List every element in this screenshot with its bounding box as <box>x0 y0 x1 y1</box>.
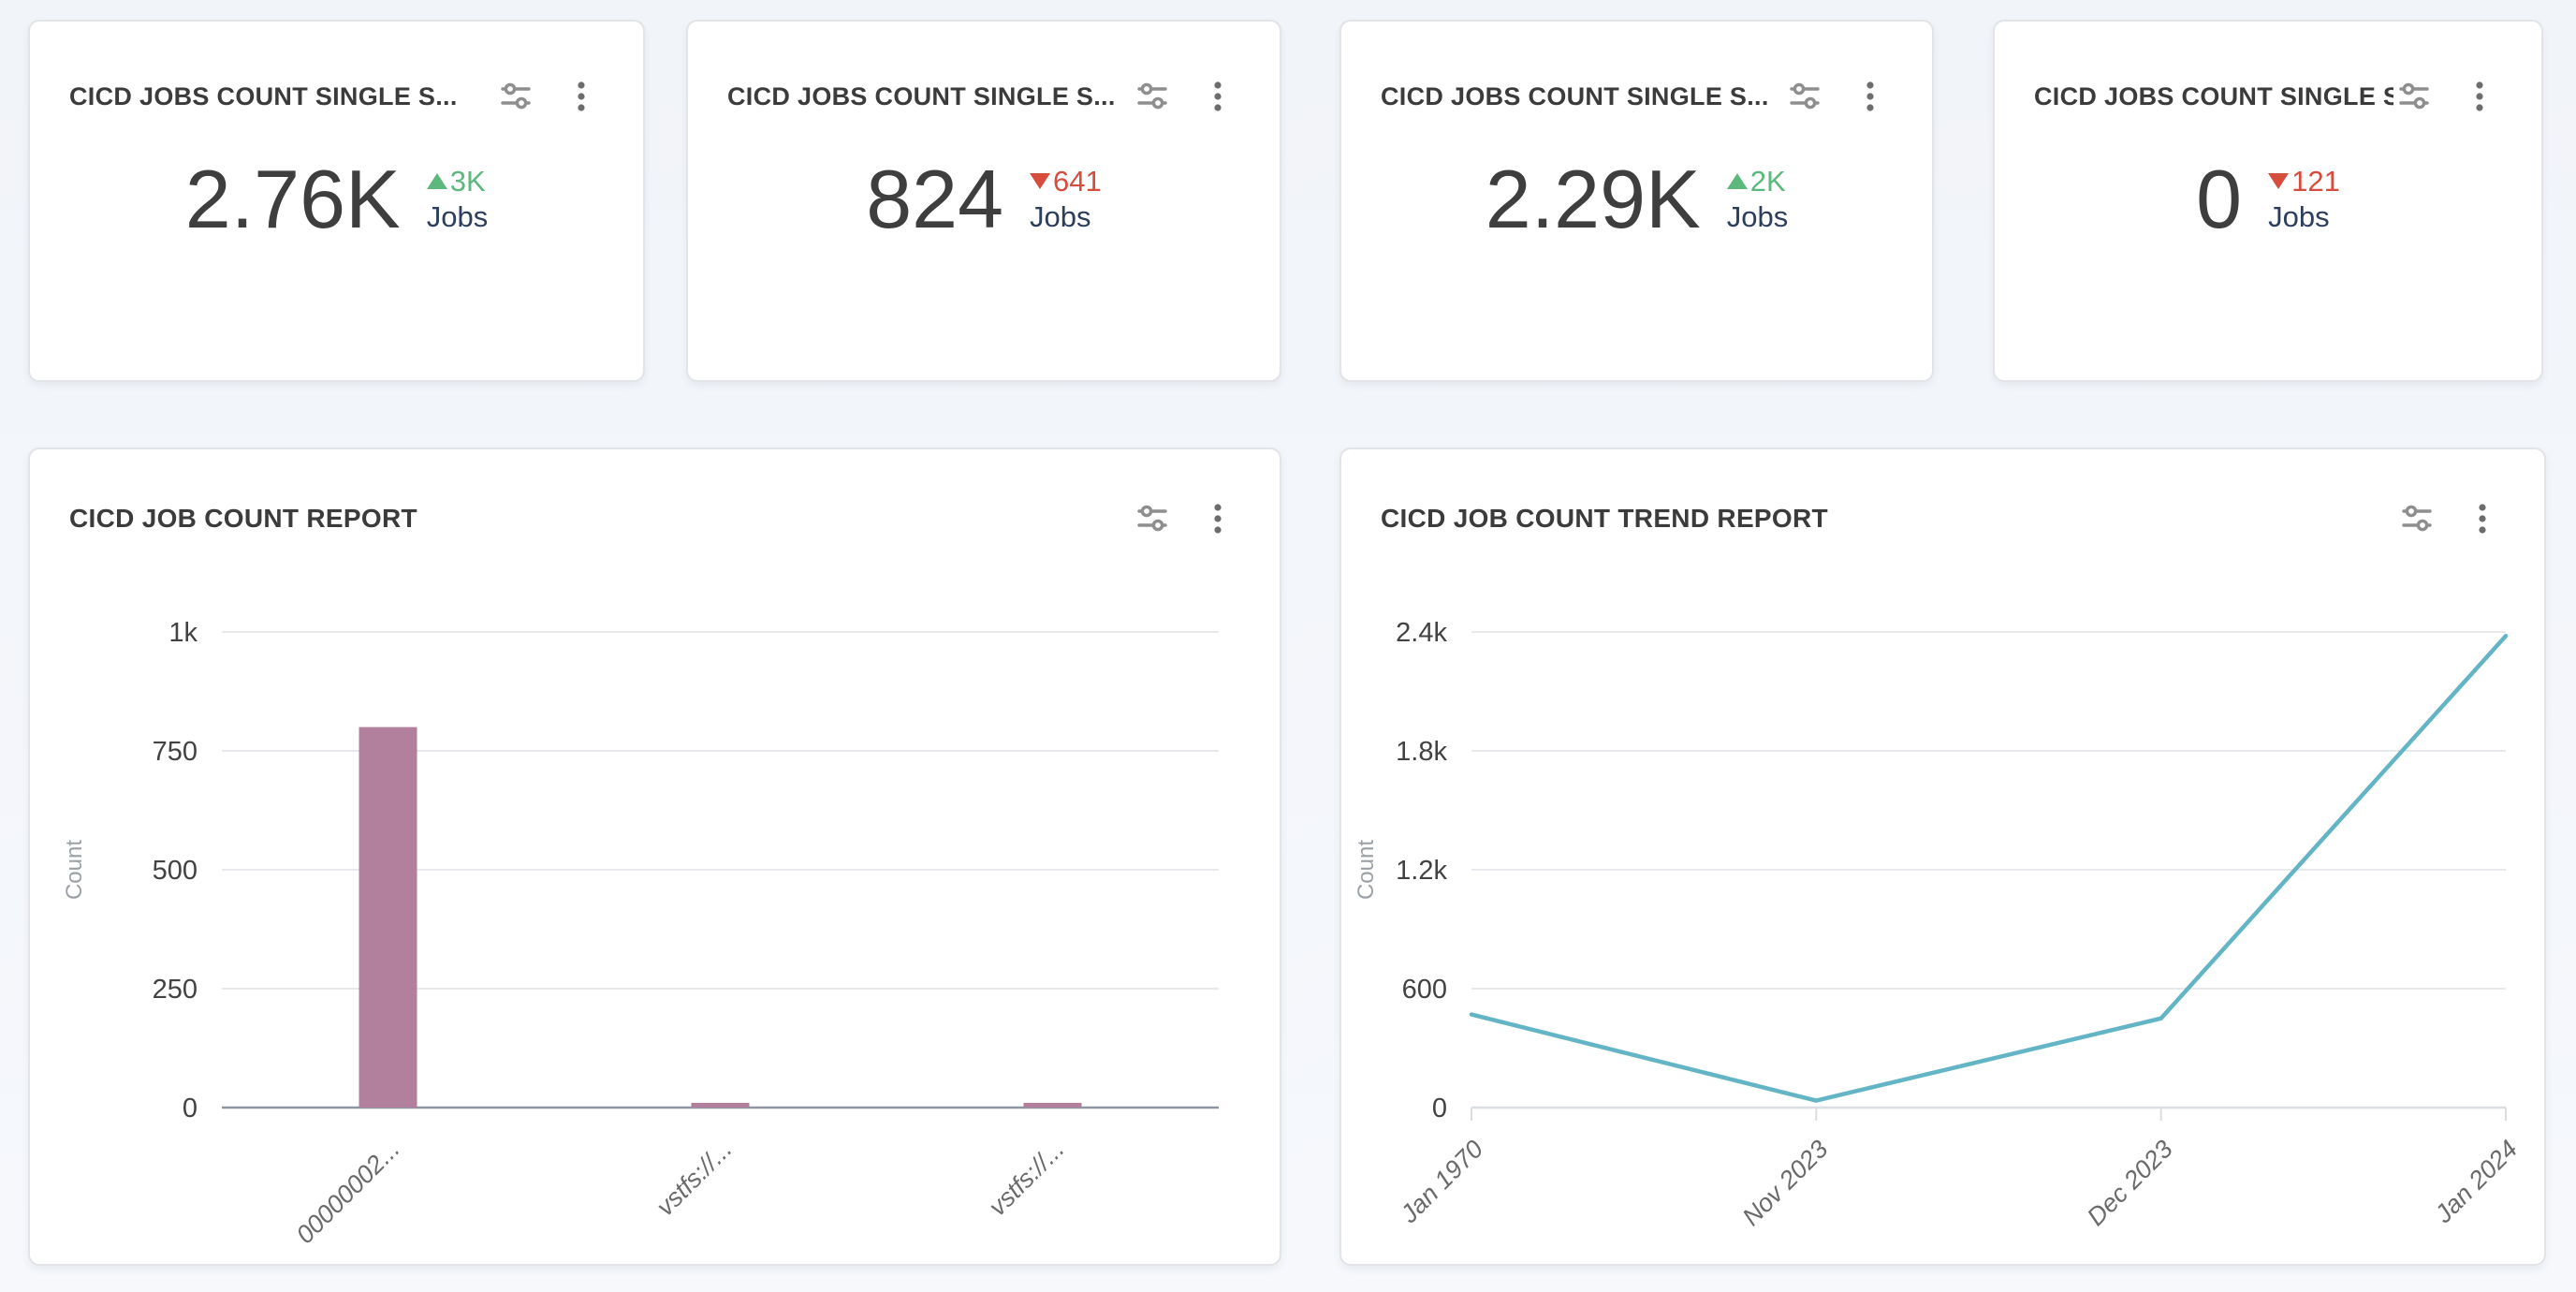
svg-text:1k: 1k <box>168 618 198 648</box>
tune-icon[interactable] <box>1132 76 1173 117</box>
panel-title: CICD JOB COUNT TREND REPORT <box>1381 504 2396 534</box>
svg-text:0: 0 <box>183 1094 198 1123</box>
panel-cicd-job-count-report: 0 250 500 750 1k Count 00000002... vstfs://... v… <box>28 448 1281 1266</box>
bar-chart-canvas: 0 250 500 750 1k Count 00000002... vstfs://... v… <box>30 449 1283 1268</box>
stat-cards-row: CICD JOBS COUNT SINGLE S... 2.76K 3K Job… <box>28 20 2576 382</box>
kebab-menu-icon[interactable] <box>561 76 602 117</box>
svg-text:Count: Count <box>1354 840 1379 900</box>
svg-text:Count: Count <box>62 840 87 900</box>
stat-body: 2.29K 2K Jobs <box>1341 158 1932 241</box>
stat-unit: Jobs <box>427 201 488 233</box>
kebab-menu-icon[interactable] <box>2462 498 2503 539</box>
stat-side: 2K Jobs <box>1727 166 1788 233</box>
stat-body: 824 641 Jobs <box>688 158 1280 241</box>
delta-value: 121 <box>2291 166 2340 198</box>
stat-unit: Jobs <box>1030 201 1090 233</box>
card-title: CICD JOBS COUNT SINGLE S... <box>1381 82 1784 111</box>
stat-unit: Jobs <box>1727 201 1788 233</box>
stat-delta: 3K <box>427 166 486 198</box>
tune-icon[interactable] <box>1132 498 1173 539</box>
stat-card-cicd-jobs-1: CICD JOBS COUNT SINGLE S... 2.76K 3K Job… <box>28 20 645 382</box>
svg-text:0: 0 <box>1432 1094 1447 1123</box>
delta-value: 641 <box>1053 166 1102 198</box>
svg-text:Jan 1970: Jan 1970 <box>1395 1135 1488 1228</box>
stat-card-cicd-jobs-3: CICD JOBS COUNT SINGLE S... 2.29K 2K Job… <box>1339 20 1934 382</box>
svg-text:2.4k: 2.4k <box>1396 618 1447 648</box>
card-title: CICD JOBS COUNT SINGLE S... <box>69 82 495 111</box>
dashboard-page: CICD JOBS COUNT SINGLE S... 2.76K 3K Job… <box>0 0 2576 1266</box>
stat-side: 3K Jobs <box>427 166 488 233</box>
stat-delta: 121 <box>2268 166 2340 198</box>
card-header: CICD JOBS COUNT SINGLE S... <box>30 22 643 117</box>
tune-icon[interactable] <box>495 76 536 117</box>
panel-cicd-job-count-trend-report: 0 600 1.2k 1.8k 2.4k Count Jan 1970 Nov 2023 Dec… <box>1339 448 2546 1266</box>
svg-text:Jan 2024: Jan 2024 <box>2429 1135 2523 1228</box>
svg-text:600: 600 <box>1402 975 1447 1005</box>
card-header: CICD JOBS COUNT SINGLE S... <box>688 22 1280 117</box>
stat-delta: 641 <box>1030 166 1102 198</box>
kebab-menu-icon[interactable] <box>2459 76 2500 117</box>
tune-icon[interactable] <box>1784 76 1825 117</box>
stat-body: 2.76K 3K Jobs <box>30 158 643 241</box>
svg-text:00000002...: 00000002... <box>291 1135 405 1249</box>
card-header: CICD JOBS COUNT SINGLE S... <box>1995 22 2541 117</box>
stat-unit: Jobs <box>2268 201 2329 233</box>
card-header: CICD JOBS COUNT SINGLE S... <box>1341 22 1932 117</box>
stat-card-cicd-jobs-4: CICD JOBS COUNT SINGLE S... 0 121 Jobs <box>1993 20 2543 382</box>
kebab-menu-icon[interactable] <box>1850 76 1891 117</box>
chart-panels-row: 0 250 500 750 1k Count 00000002... vstfs://... v… <box>28 448 2576 1266</box>
stat-value: 824 <box>866 158 1003 241</box>
delta-arrow-icon <box>2268 173 2289 189</box>
delta-arrow-icon <box>1030 173 1050 189</box>
delta-arrow-icon <box>1727 173 1748 189</box>
svg-text:Dec 2023: Dec 2023 <box>2082 1135 2178 1231</box>
tune-icon[interactable] <box>2393 76 2435 117</box>
line-chart-canvas: 0 600 1.2k 1.8k 2.4k Count Jan 1970 Nov 2023 Dec… <box>1341 449 2548 1268</box>
svg-text:vstfs://...: vstfs://... <box>983 1135 1069 1221</box>
svg-text:1.2k: 1.2k <box>1396 856 1447 886</box>
svg-text:1.8k: 1.8k <box>1396 737 1447 767</box>
panel-header: CICD JOB COUNT REPORT <box>30 449 1280 539</box>
stat-side: 121 Jobs <box>2268 166 2340 233</box>
kebab-menu-icon[interactable] <box>1197 76 1238 117</box>
stat-delta: 2K <box>1727 166 1786 198</box>
stat-card-cicd-jobs-2: CICD JOBS COUNT SINGLE S... 824 641 Jobs <box>686 20 1281 382</box>
stat-side: 641 Jobs <box>1030 166 1102 233</box>
tune-icon[interactable] <box>2396 498 2437 539</box>
panel-title: CICD JOB COUNT REPORT <box>69 504 1132 534</box>
svg-text:250: 250 <box>153 975 198 1005</box>
delta-value: 3K <box>450 166 486 198</box>
svg-text:750: 750 <box>153 737 198 767</box>
delta-value: 2K <box>1750 166 1786 198</box>
svg-text:500: 500 <box>153 856 198 886</box>
stat-value: 2.76K <box>185 158 401 241</box>
kebab-menu-icon[interactable] <box>1197 498 1238 539</box>
panel-header: CICD JOB COUNT TREND REPORT <box>1341 449 2544 539</box>
card-title: CICD JOBS COUNT SINGLE S... <box>727 82 1132 111</box>
delta-arrow-icon <box>427 173 447 189</box>
card-title: CICD JOBS COUNT SINGLE S... <box>2034 82 2393 111</box>
stat-value: 0 <box>2196 158 2242 241</box>
stat-value: 2.29K <box>1486 158 1701 241</box>
svg-text:vstfs://...: vstfs://... <box>651 1135 737 1221</box>
stat-body: 0 121 Jobs <box>1995 158 2541 241</box>
svg-text:Nov 2023: Nov 2023 <box>1737 1135 1834 1231</box>
